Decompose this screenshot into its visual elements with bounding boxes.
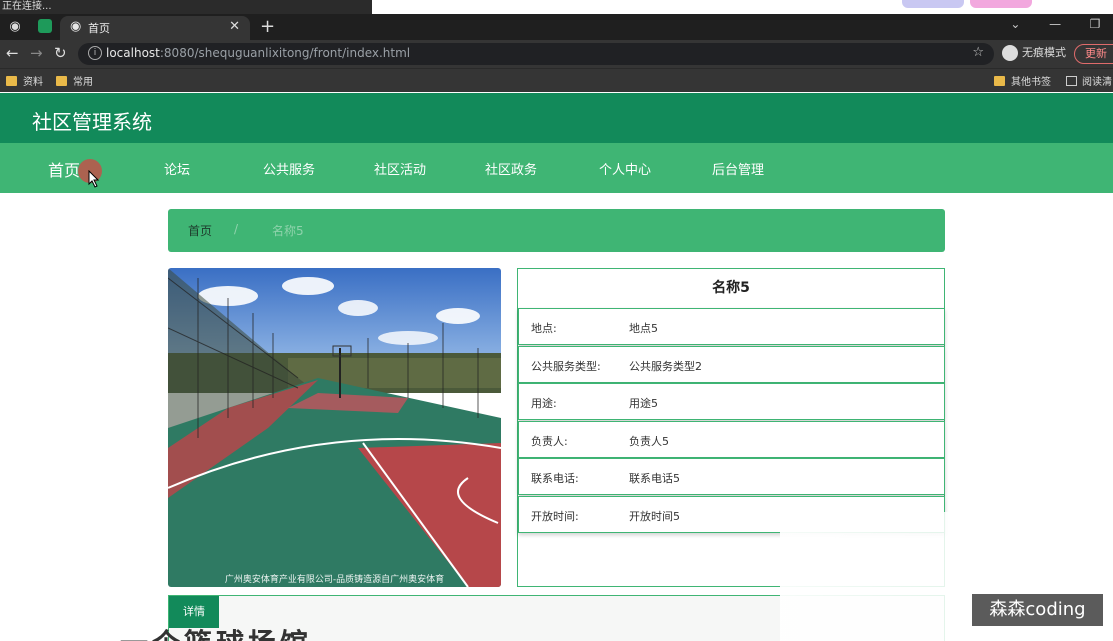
update-button[interactable]: 更新 xyxy=(1074,44,1113,64)
mouse-cursor-icon xyxy=(88,170,100,188)
reload-icon[interactable]: ↻ xyxy=(54,44,67,62)
partial-heading-text: 一个篮球场馆 xyxy=(120,630,380,641)
forward-arrow-icon[interactable]: → xyxy=(30,44,43,62)
browser-toolbar: ← → ↻ i localhost:8080/shequguanlixitong… xyxy=(0,40,1113,68)
breadcrumb-home[interactable]: 首页 xyxy=(188,222,212,239)
incognito-icon xyxy=(1002,45,1018,61)
address-bar[interactable]: i localhost:8080/shequguanlixitong/front… xyxy=(78,43,994,65)
venue-photo: 广州奥安体育产业有限公司-品质铸造源自广州奥安体育 xyxy=(168,268,501,587)
video-overlay xyxy=(780,512,960,641)
detail-row: 地点: 地点5 xyxy=(518,308,945,345)
reading-list-icon xyxy=(1066,76,1077,86)
watermark: 森森coding xyxy=(972,594,1103,626)
chevron-down-icon[interactable]: ⌄ xyxy=(997,14,1033,34)
minimize-icon[interactable]: — xyxy=(1037,14,1073,34)
nav-item-community-affairs[interactable]: 社区政务 xyxy=(485,159,537,178)
tab-title: 首页 xyxy=(88,22,110,35)
site-header: 社区管理系统 xyxy=(0,93,1113,143)
detail-row: 公共服务类型: 公共服务类型2 xyxy=(518,346,945,383)
detail-value: 开放时间5 xyxy=(629,510,680,523)
folder-icon xyxy=(994,76,1005,86)
browser-tabstrip: ◉ ◉ 首页 ✕ + ⌄ — ❐ xyxy=(0,14,1113,40)
globe-icon[interactable]: ◉ xyxy=(6,18,24,36)
app-favicon-icon[interactable] xyxy=(38,19,52,33)
basketball-court-image xyxy=(168,268,501,587)
nav-item-public-service[interactable]: 公共服务 xyxy=(263,159,315,178)
breadcrumb: 首页 / 名称5 xyxy=(168,209,945,252)
globe-icon: ◉ xyxy=(70,19,82,34)
new-tab-button[interactable]: + xyxy=(260,16,275,37)
bookmark-folder[interactable]: 资料 xyxy=(6,73,43,88)
detail-value: 负责人5 xyxy=(629,435,669,448)
detail-label: 用途: xyxy=(531,397,557,410)
external-window-edge xyxy=(970,0,1032,8)
back-arrow-icon[interactable]: ← xyxy=(6,44,19,62)
nav-item-personal-center[interactable]: 个人中心 xyxy=(599,159,651,178)
breadcrumb-separator: / xyxy=(234,222,239,236)
detail-label: 联系电话: xyxy=(531,472,579,485)
detail-row: 负责人: 负责人5 xyxy=(518,421,945,458)
folder-icon xyxy=(56,76,67,86)
nav-item-forum[interactable]: 论坛 xyxy=(164,159,190,178)
bookmark-folder[interactable]: 常用 xyxy=(56,73,93,88)
url-text[interactable]: localhost:8080/shequguanlixitong/front/i… xyxy=(106,46,410,60)
external-window-edge xyxy=(902,0,964,8)
star-icon[interactable]: ☆ xyxy=(972,45,984,60)
detail-row: 用途: 用途5 xyxy=(518,383,945,420)
bookmarks-bar: 资料 常用 其他书签 阅读清 xyxy=(0,68,1113,92)
breadcrumb-current: 名称5 xyxy=(272,224,304,238)
detail-value: 地点5 xyxy=(629,322,658,335)
site-title: 社区管理系统 xyxy=(32,110,152,134)
window-controls: ⌄ — ❐ xyxy=(997,14,1113,40)
close-icon[interactable]: ✕ xyxy=(229,19,240,34)
nav-item-home[interactable]: 首页 xyxy=(48,157,80,181)
detail-row: 联系电话: 联系电话5 xyxy=(518,458,945,495)
detail-label: 公共服务类型: xyxy=(531,360,601,373)
bookmark-folder-other[interactable]: 其他书签 xyxy=(994,73,1051,88)
restore-icon[interactable]: ❐ xyxy=(1077,14,1113,34)
main-nav: 首页 论坛 公共服务 社区活动 社区政务 个人中心 后台管理 xyxy=(0,143,1113,193)
tab-details[interactable]: 详情 xyxy=(169,596,219,628)
nav-item-admin[interactable]: 后台管理 xyxy=(712,159,764,178)
incognito-indicator[interactable]: 无痕模式 xyxy=(1002,44,1066,61)
connection-status: 正在连接... xyxy=(0,0,372,14)
nav-item-community-activity[interactable]: 社区活动 xyxy=(374,159,426,178)
partial-heading: 一个篮球场馆 xyxy=(120,628,380,641)
detail-value: 联系电话5 xyxy=(629,472,680,485)
photo-caption: 广州奥安体育产业有限公司-品质铸造源自广州奥安体育 xyxy=(224,575,445,585)
detail-value: 用途5 xyxy=(629,397,658,410)
browser-tab-active[interactable]: ◉ 首页 ✕ xyxy=(60,16,250,40)
reading-list[interactable]: 阅读清 xyxy=(1066,73,1112,88)
detail-label: 负责人: xyxy=(531,435,568,448)
detail-label: 地点: xyxy=(531,322,557,335)
info-icon[interactable]: i xyxy=(88,46,102,60)
folder-icon xyxy=(6,76,17,86)
detail-value: 公共服务类型2 xyxy=(629,360,702,373)
detail-title: 名称5 xyxy=(712,280,750,296)
detail-label: 开放时间: xyxy=(531,510,579,523)
